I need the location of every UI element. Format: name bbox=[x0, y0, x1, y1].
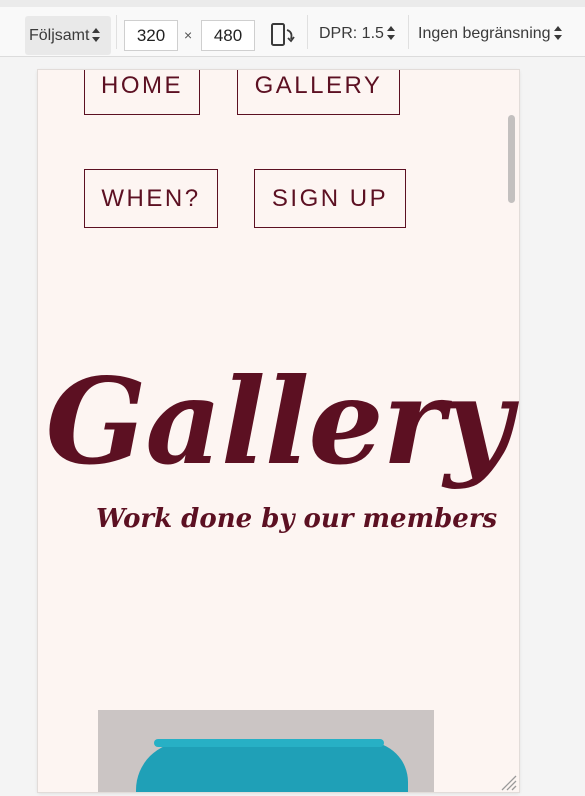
page-title: Gallery bbox=[45, 352, 513, 491]
responsive-design-toolbar: Följsamt 320 × 480 DPR: 1.5 Ingen begrän… bbox=[0, 7, 585, 57]
select-arrows-icon bbox=[386, 25, 395, 40]
dpr-label: DPR: 1.5 bbox=[319, 25, 384, 42]
nav-gallery-button[interactable]: GALLERY bbox=[237, 70, 400, 115]
network-throttle-select[interactable]: Ingen begränsning bbox=[418, 25, 562, 43]
top-strip bbox=[0, 0, 585, 7]
dimension-separator: × bbox=[184, 27, 193, 43]
vertical-scrollbar[interactable] bbox=[508, 115, 515, 203]
dpr-select[interactable]: DPR: 1.5 bbox=[319, 25, 395, 43]
throttle-label: Ingen begränsning bbox=[418, 25, 551, 42]
painted-shape bbox=[136, 739, 408, 792]
toolbar-divider bbox=[307, 15, 308, 49]
toolbar-divider bbox=[408, 15, 409, 49]
device-mode-select[interactable]: Följsamt bbox=[25, 16, 111, 55]
viewport-height-input[interactable]: 480 bbox=[201, 20, 255, 51]
page-subtitle: Work done by our members bbox=[96, 504, 498, 534]
rotate-viewport-icon[interactable] bbox=[268, 21, 296, 49]
device-mode-label: Följsamt bbox=[29, 27, 90, 44]
page-viewport: HOME GALLERY WHEN? SIGN UP Gallery Work … bbox=[38, 70, 519, 792]
resize-grip-icon[interactable] bbox=[498, 772, 518, 792]
select-arrows-icon bbox=[92, 27, 101, 42]
gallery-artwork-image bbox=[98, 710, 434, 792]
nav-signup-button[interactable]: SIGN UP bbox=[254, 169, 406, 228]
nav-when-button[interactable]: WHEN? bbox=[84, 169, 218, 228]
viewport-width-input[interactable]: 320 bbox=[124, 20, 178, 51]
toolbar-divider bbox=[116, 15, 117, 49]
nav-home-button[interactable]: HOME bbox=[84, 70, 200, 115]
select-arrows-icon bbox=[553, 25, 562, 40]
